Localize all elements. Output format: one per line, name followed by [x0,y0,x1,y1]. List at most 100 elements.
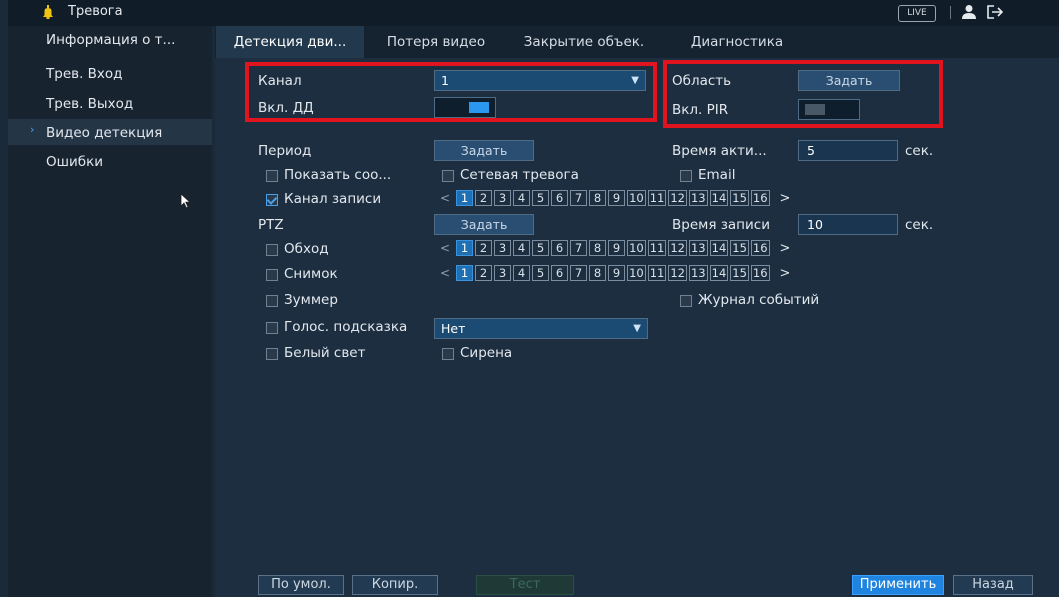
channel-chip[interactable]: 1 [456,265,474,281]
area-set-button[interactable]: Задать [798,70,900,91]
siren-checkbox[interactable] [442,348,454,360]
user-icon[interactable] [960,4,978,24]
tab-tampering[interactable]: Закрытие объек. [508,26,660,58]
channel-chip[interactable]: 4 [513,190,531,206]
chevron-left-icon[interactable]: < [440,266,450,280]
channel-chip[interactable]: 4 [513,265,531,281]
channel-chip[interactable]: 1 [456,190,474,206]
logout-icon[interactable] [986,4,1006,24]
email-label: Email [698,167,736,183]
channel-chip[interactable]: 2 [475,190,493,206]
channel-chip[interactable]: 8 [589,190,607,206]
record-channel-checkbox[interactable] [266,194,278,206]
active-time-input[interactable]: 5 [798,140,898,161]
channel-chip[interactable]: 10 [627,240,646,256]
sidebar-item-alarm-in[interactable]: Трев. Вход [46,66,123,82]
channel-chip[interactable]: 3 [494,240,512,256]
channel-chip[interactable]: 10 [627,265,646,281]
chevron-right-icon[interactable]: > [780,191,791,206]
chevron-right-icon[interactable]: > [780,266,791,281]
channel-chip[interactable]: 11 [647,240,667,256]
record-time-input[interactable]: 10 [798,214,898,235]
channel-chip[interactable]: 12 [668,240,687,256]
voice-prompt-checkbox[interactable] [266,322,278,334]
channel-chip[interactable]: 8 [589,240,607,256]
test-button[interactable]: Тест [476,575,574,595]
tab-diagnostics[interactable]: Диагностика [662,26,812,58]
divider [950,6,951,19]
channel-chip[interactable]: 16 [750,240,770,256]
channel-chip[interactable]: 14 [709,240,729,256]
channel-chip[interactable]: 7 [570,240,588,256]
ptz-set-button[interactable]: Задать [434,214,534,235]
channel-chip[interactable]: 5 [532,190,550,206]
default-button[interactable]: По умол. [258,575,344,595]
channel-chip[interactable]: 7 [570,190,588,206]
pir-enable-toggle[interactable] [798,99,860,120]
mouse-cursor-icon [180,193,192,213]
channel-chip[interactable]: 6 [551,190,569,206]
channel-chip[interactable]: 2 [475,240,493,256]
record-time-unit: сек. [905,217,934,233]
channel-chip[interactable]: 15 [730,265,749,281]
buzzer-checkbox[interactable] [266,295,278,307]
event-log-checkbox[interactable] [680,295,692,307]
channel-chip[interactable]: 3 [494,265,512,281]
tab-motion-detection[interactable]: Детекция дви... [216,26,364,58]
channel-chip[interactable]: 11 [647,265,667,281]
channel-chip[interactable]: 3 [494,190,512,206]
tab-video-loss[interactable]: Потеря видео [366,26,506,58]
channel-chip[interactable]: 1 [456,240,474,256]
channel-chip[interactable]: 16 [750,190,770,206]
channel-chip[interactable]: 13 [688,240,708,256]
sidebar-item-info[interactable]: Информация о т... [46,32,175,48]
channel-chip[interactable]: 5 [532,265,550,281]
channel-select[interactable]: 1 ▼ [434,70,646,91]
channel-chip[interactable]: 15 [730,240,749,256]
back-button[interactable]: Назад [953,575,1033,595]
sidebar-item-video-detection[interactable]: Видео детекция [46,125,162,141]
app-title: Тревога [68,4,123,19]
sidebar-item-errors[interactable]: Ошибки [46,154,103,170]
channel-chip[interactable]: 4 [513,240,531,256]
channel-chip[interactable]: 7 [570,265,588,281]
channel-chip[interactable]: 2 [475,265,493,281]
email-checkbox[interactable] [680,170,692,182]
voice-prompt-select[interactable]: Нет ▼ [434,318,648,339]
apply-button[interactable]: Применить [852,575,944,595]
sidebar-item-alarm-out[interactable]: Трев. Выход [46,96,133,112]
channel-chip[interactable]: 5 [532,240,550,256]
channel-chip[interactable]: 14 [709,190,729,206]
channel-chip[interactable]: 13 [688,265,708,281]
channel-chip[interactable]: 15 [730,190,749,206]
channel-chip[interactable]: 12 [668,265,687,281]
period-set-button[interactable]: Задать [434,140,534,161]
channel-chip[interactable]: 6 [551,240,569,256]
channel-chip[interactable]: 6 [551,265,569,281]
channel-chip[interactable]: 12 [668,190,687,206]
chevron-left-icon[interactable]: < [440,191,450,205]
live-button[interactable]: LIVE [898,5,936,22]
white-light-checkbox[interactable] [266,348,278,360]
channel-chip[interactable]: 14 [709,265,729,281]
net-alarm-checkbox[interactable] [442,170,454,182]
channel-chip[interactable]: 9 [608,240,626,256]
chevron-right-icon[interactable]: > [780,241,791,256]
channel-chip[interactable]: 8 [589,265,607,281]
caret-down-icon: ▼ [633,323,641,334]
tour-checkbox[interactable] [266,244,278,256]
channel-chip[interactable]: 13 [688,190,708,206]
pir-enable-label: Вкл. PIR [672,102,729,118]
net-alarm-label: Сетевая тревога [460,167,579,183]
channel-chip[interactable]: 16 [750,265,770,281]
show-message-checkbox[interactable] [266,170,278,182]
channel-chip[interactable]: 11 [647,190,667,206]
channel-chip[interactable]: 9 [608,265,626,281]
md-enable-toggle[interactable] [434,97,496,118]
snapshot-checkbox[interactable] [266,269,278,281]
chevron-right-icon: › [30,123,35,136]
channel-chip[interactable]: 10 [627,190,646,206]
chevron-left-icon[interactable]: < [440,241,450,255]
channel-chip[interactable]: 9 [608,190,626,206]
copy-button[interactable]: Копир. [352,575,438,595]
